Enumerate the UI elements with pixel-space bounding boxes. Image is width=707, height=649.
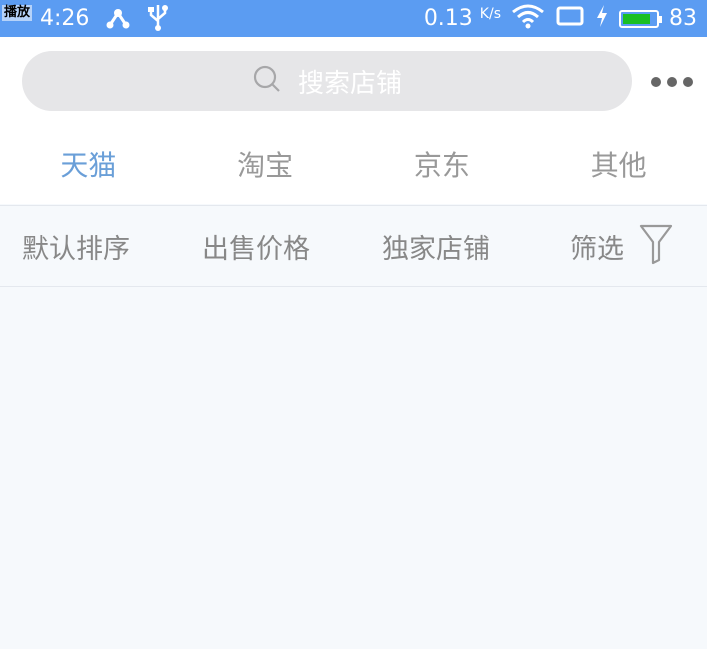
sort-default[interactable]: 默认排序 <box>22 227 130 266</box>
share-icon <box>105 4 131 34</box>
sort-price[interactable]: 出售价格 <box>202 227 310 266</box>
search-row: 搜索店铺 <box>0 37 707 124</box>
funnel-icon[interactable] <box>638 222 674 270</box>
battery-icon <box>619 9 662 28</box>
filter-button[interactable]: 筛选 <box>570 227 624 266</box>
search-input[interactable]: 搜索店铺 <box>22 51 632 111</box>
tab-tmall[interactable]: 天猫 <box>0 124 177 204</box>
charging-icon <box>595 4 609 34</box>
tab-jd[interactable]: 京东 <box>354 124 531 204</box>
usb-icon <box>147 3 169 35</box>
tab-taobao[interactable]: 淘宝 <box>177 124 354 204</box>
search-placeholder: 搜索店铺 <box>297 68 402 99</box>
status-left: 播放 4:26 <box>0 0 169 37</box>
network-speed: 0.13 K/s <box>423 6 501 31</box>
battery-fill <box>623 13 650 24</box>
play-badge: 播放 <box>2 5 33 21</box>
screen-icon <box>555 5 585 33</box>
wifi-icon <box>511 3 545 35</box>
status-bar: 播放 4:26 0.13 K/s 83 <box>0 0 707 37</box>
battery-percent: 83 <box>669 6 697 31</box>
status-right: 0.13 K/s 83 <box>424 0 697 37</box>
tab-other[interactable]: 其他 <box>530 124 707 204</box>
speed-unit: K/s <box>479 6 501 22</box>
status-time: 4:26 <box>40 6 90 31</box>
platform-tabs: 天猫 淘宝 京东 其他 <box>0 124 707 204</box>
search-icon <box>252 64 282 98</box>
more-dots-icon[interactable] <box>651 77 693 87</box>
sort-exclusive[interactable]: 独家店铺 <box>382 227 490 266</box>
